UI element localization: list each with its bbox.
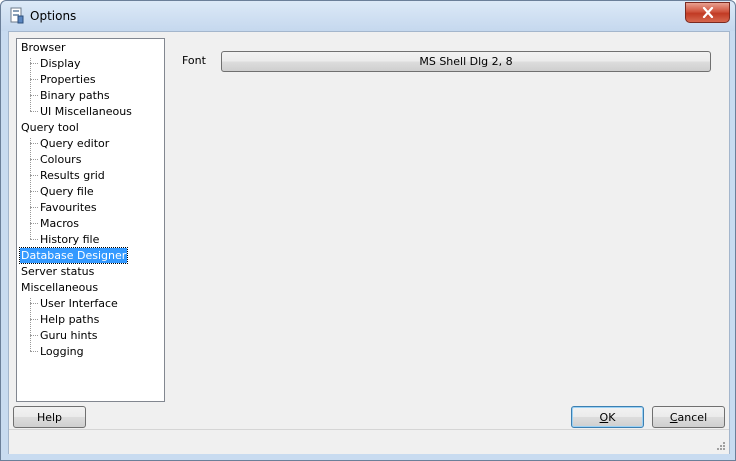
tree-item-query-editor[interactable]: Query editor (39, 136, 110, 151)
tree-connector (30, 159, 38, 160)
tree-item-colours[interactable]: Colours (39, 152, 82, 167)
tree-connector (30, 223, 38, 224)
tree-connector (30, 351, 38, 352)
ok-button[interactable]: OK (571, 406, 644, 428)
tree-item-ui-miscellaneous[interactable]: UI Miscellaneous (39, 104, 133, 119)
tree-item-logging[interactable]: Logging (39, 344, 85, 359)
tree-connector (30, 79, 38, 80)
options-window: Options Browser Display Properties Binary p… (0, 0, 736, 461)
tree-item-help-paths[interactable]: Help paths (39, 312, 100, 327)
cancel-button-label: Cancel (669, 410, 708, 424)
tree-item-server-status[interactable]: Server status (20, 264, 95, 279)
tree-item-display[interactable]: Display (39, 56, 82, 71)
tree-connector (30, 95, 38, 96)
close-icon (702, 7, 713, 18)
tree-item-macros[interactable]: Macros (39, 216, 80, 231)
tree-item-results-grid[interactable]: Results grid (39, 168, 106, 183)
options-tree[interactable]: Browser Display Properties Binary paths UI M… (16, 38, 165, 402)
status-bar (9, 429, 729, 454)
resize-grip-icon[interactable] (716, 441, 726, 451)
tree-item-query-tool[interactable]: Query tool (20, 120, 80, 135)
close-button[interactable] (685, 2, 730, 23)
tree-connector (30, 111, 38, 112)
tree-connector (30, 63, 38, 64)
tree-connector (30, 335, 38, 336)
font-label: Font (182, 54, 206, 67)
title-bar[interactable]: Options (1, 1, 735, 31)
dialog-body: Browser Display Properties Binary paths UI M… (8, 31, 730, 454)
tree-item-query-file[interactable]: Query file (39, 184, 95, 199)
tree-item-database-designer[interactable]: Database Designer (18, 247, 129, 264)
tree-item-guru-hints[interactable]: Guru hints (39, 328, 99, 343)
tree-branch-line (30, 138, 31, 239)
window-title: Options (30, 9, 77, 23)
help-button[interactable]: Help (13, 406, 86, 428)
tree-branch-line (30, 298, 31, 351)
ok-button-label: OK (599, 410, 616, 424)
tree-item-miscellaneous[interactable]: Miscellaneous (20, 280, 99, 295)
tree-item-properties[interactable]: Properties (39, 72, 97, 87)
tree-connector (30, 175, 38, 176)
tree-item-favourites[interactable]: Favourites (39, 200, 98, 215)
options-app-icon (10, 7, 24, 24)
tree-branch-line (30, 58, 31, 111)
tree-connector (30, 143, 38, 144)
tree-item-user-interface[interactable]: User Interface (39, 296, 119, 311)
tree-item-browser[interactable]: Browser (20, 40, 67, 55)
tree-connector (30, 319, 38, 320)
font-picker-button[interactable]: MS Shell Dlg 2, 8 (221, 51, 711, 72)
tree-connector (30, 207, 38, 208)
tree-connector (30, 191, 38, 192)
tree-connector (30, 239, 38, 240)
cancel-button[interactable]: Cancel (652, 406, 725, 428)
tree-item-history-file[interactable]: History file (39, 232, 100, 247)
tree-item-binary-paths[interactable]: Binary paths (39, 88, 111, 103)
tree-connector (30, 303, 38, 304)
help-button-label: Help (36, 410, 63, 424)
